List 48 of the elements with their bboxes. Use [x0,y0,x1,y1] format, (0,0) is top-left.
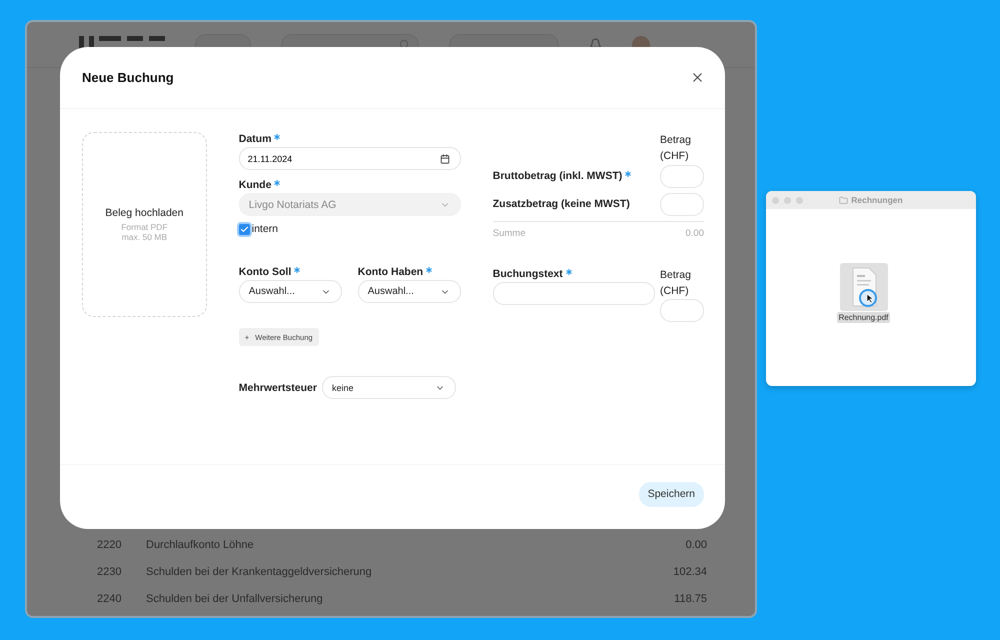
file-name: Rechnung.pdf [836,312,890,322]
field-label: Zusatzbetrag (keine MWST) [492,197,630,211]
account-name: Schulden bei der Krankentaggeldversicherung [146,566,373,578]
booking-text-field[interactable] [492,282,655,305]
account-code: 2220 [97,538,122,550]
required-icon [566,269,572,275]
vat-select[interactable]: keine [322,376,456,399]
file-item[interactable] [840,262,888,310]
upload-title: Beleg hochladen [105,207,184,219]
account-code: 2230 [97,566,122,578]
calendar-icon [440,154,450,164]
upload-format: Format PDF [121,222,168,232]
required-icon [274,134,280,140]
amount-field[interactable] [660,299,704,322]
field-label: Bruttobetrag (inkl. MWST) [492,169,622,183]
column-header: Betrag (CHF) [660,268,692,299]
window-title: Rechnungen [851,195,903,205]
account-name: Schulden bei der Unfallversicherung [146,592,324,604]
upload-dropzone[interactable]: Beleg hochladen Format PDF max. 50 MB [82,132,207,317]
folder-icon [839,196,848,204]
account-amount: 118.75 [674,592,707,604]
required-icon [274,180,280,186]
field-label: Buchungstext [492,267,563,281]
field-label: Kunde [238,178,272,192]
checkbox[interactable] [238,224,250,234]
field-label: Mehrwertsteuer [238,380,317,394]
account-name: Durchlaufkonto Löhne [146,538,255,550]
required-icon [294,267,300,273]
date-field[interactable]: 21.11.2024 [238,147,461,170]
amount-field[interactable] [660,193,704,216]
sum-value: 0.00 [686,228,704,241]
account-amount: 0.00 [686,538,707,550]
amount-field[interactable] [660,165,704,188]
column-header: Betrag (CHF) [660,133,692,164]
field-label: Konto Haben [358,265,424,279]
save-button[interactable]: Speichern [638,482,704,506]
account-amount: 102.34 [673,566,707,578]
checkbox-label: intern [252,223,278,235]
upload-size-limit: max. 50 MB [122,232,168,242]
field-label: Datum [238,132,272,146]
required-icon [426,267,432,273]
required-icon [625,171,632,177]
dialog-title: Neue Buchung [82,70,174,85]
account-select[interactable]: Auswahl... [358,280,461,303]
sum-label: Summe [492,228,526,241]
account-code: 2240 [97,592,122,604]
account-select[interactable]: Auswahl... [238,280,342,303]
field-label: Konto Soll [238,265,292,279]
